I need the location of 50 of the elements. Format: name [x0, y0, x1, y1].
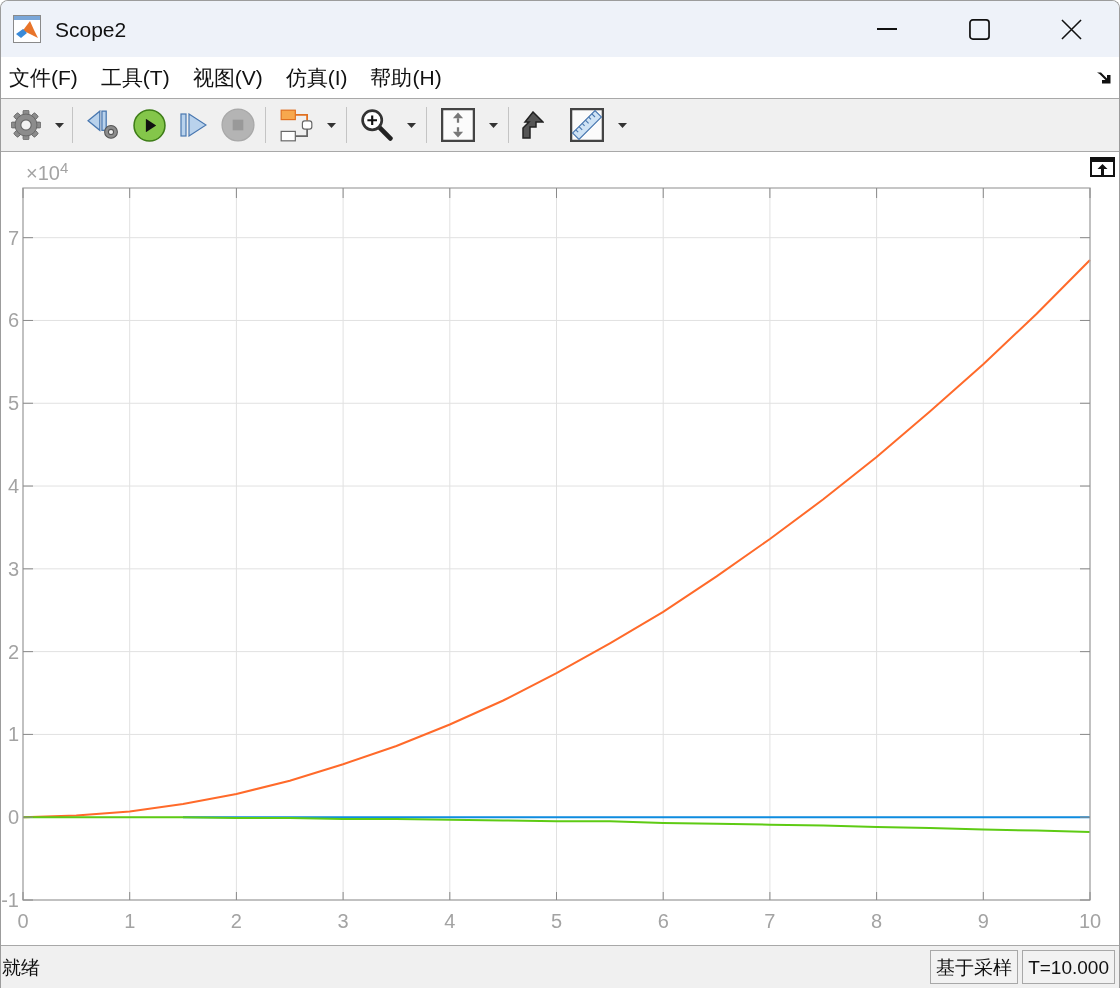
tick-label: 8 — [871, 910, 883, 932]
tick-label: 6 — [7, 309, 19, 332]
caret-icon[interactable] — [407, 122, 416, 128]
menu-item[interactable]: 帮助(H) — [368, 67, 444, 88]
maximize-icon — [968, 18, 990, 40]
caret-icon[interactable] — [327, 122, 336, 128]
caret-icon[interactable] — [55, 122, 64, 128]
peak-logo-icon — [13, 15, 41, 43]
status-text: 就绪 — [2, 957, 40, 977]
gear-icon[interactable] — [11, 110, 41, 140]
tick-label: 1 — [124, 910, 136, 932]
tick-label: 4 — [444, 910, 456, 932]
tick-label: 5 — [550, 910, 563, 932]
caret-icon[interactable] — [489, 122, 498, 128]
menu-item[interactable]: 工具(T) — [98, 67, 172, 88]
tick-label: 7 — [764, 910, 776, 932]
menu-item[interactable]: 视图(V) — [190, 67, 265, 88]
tick-label: 5 — [7, 392, 19, 415]
diagonal-arrow-icon[interactable] — [1097, 71, 1112, 84]
play-icon[interactable] — [133, 108, 166, 142]
ruler-icon[interactable] — [570, 108, 604, 142]
tick-label: 3 — [7, 557, 19, 580]
tick-label: 10 — [1078, 910, 1102, 932]
menu-item[interactable]: 仿真(I) — [283, 67, 350, 88]
box-arrow-up-icon[interactable] — [1090, 157, 1115, 177]
step-forward-icon[interactable] — [180, 113, 207, 137]
step-back-icon[interactable] — [87, 110, 119, 140]
tick-label: 4 — [7, 475, 19, 498]
status-field: T=10.000 — [1022, 950, 1115, 984]
caret-icon[interactable] — [618, 122, 627, 128]
tick-label: 7 — [7, 226, 19, 249]
minimize-icon — [877, 28, 897, 30]
zoom-in-icon[interactable] — [361, 109, 393, 141]
tick-label: 3 — [337, 910, 349, 932]
tick-label: 0 — [7, 806, 19, 829]
vertical-arrows-box-icon[interactable] — [441, 108, 475, 142]
status-field: 基于采样 — [930, 950, 1019, 984]
tick-label: -1 — [1, 889, 19, 911]
menu-item[interactable]: 文件(F) — [7, 67, 80, 88]
tick-label: 9 — [977, 910, 989, 932]
block-diagram-icon[interactable] — [280, 108, 313, 142]
axis-multiplier: ×10$^{4}$ — [26, 163, 69, 183]
tick-label: 2 — [7, 640, 19, 663]
tick-label: 1 — [7, 723, 19, 746]
window-title: Scope2 — [55, 18, 127, 40]
close-icon — [1060, 18, 1082, 40]
tick-label: 2 — [230, 910, 242, 932]
tick-label: 6 — [657, 910, 669, 932]
stepped-arrow-icon[interactable] — [522, 111, 544, 139]
tick-label: 0 — [17, 910, 29, 932]
